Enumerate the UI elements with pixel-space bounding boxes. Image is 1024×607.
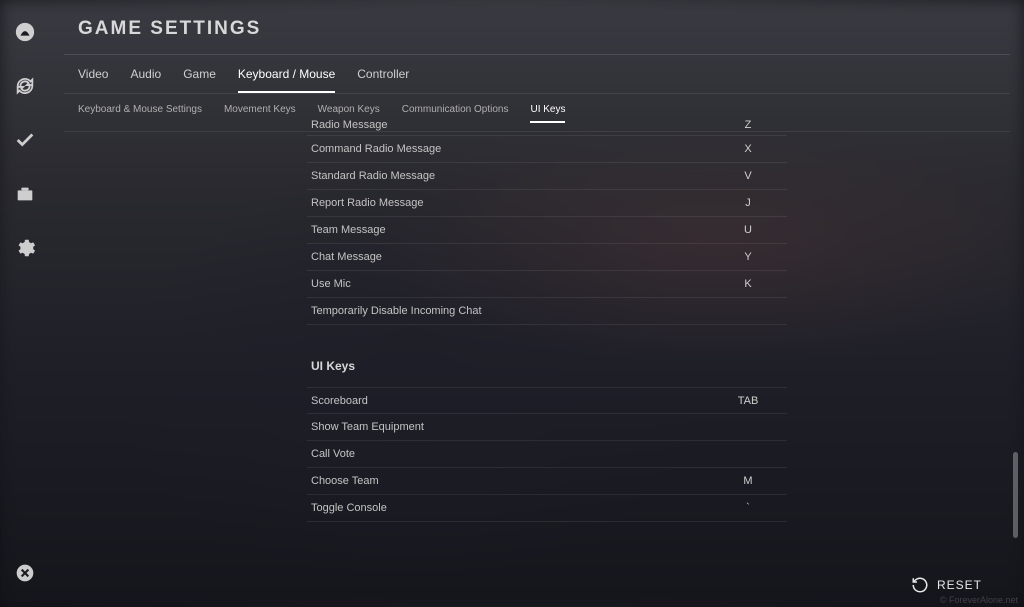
tab-video[interactable]: Video (78, 67, 108, 93)
keybind-row[interactable]: Show Team Equipment (307, 414, 787, 441)
keybind-row[interactable]: Call Vote (307, 441, 787, 468)
keybind-label: Chat Message (311, 251, 382, 263)
keybind-label: Use Mic (311, 278, 351, 290)
keybind-label: Team Message (311, 224, 386, 236)
left-sidebar (0, 0, 50, 607)
primary-tabs: Video Audio Game Keyboard / Mouse Controller (50, 55, 1024, 93)
keybind-value: J (713, 197, 783, 209)
keybind-row[interactable]: Standard Radio Message V (307, 163, 787, 190)
keybind-label: Temporarily Disable Incoming Chat (311, 305, 482, 317)
keybind-label: Call Vote (311, 448, 355, 460)
keybind-label: Report Radio Message (311, 197, 424, 209)
keybind-row[interactable]: Scoreboard TAB (307, 387, 787, 414)
reset-button[interactable]: RESET (911, 576, 982, 594)
keybind-value: TAB (713, 395, 783, 407)
keybind-row[interactable]: Report Radio Message J (307, 190, 787, 217)
keybind-label: Standard Radio Message (311, 170, 435, 182)
keybind-row[interactable]: Radio Message Z (307, 118, 787, 136)
keybind-row[interactable]: Chat Message Y (307, 244, 787, 271)
gear-icon[interactable] (11, 234, 39, 262)
close-icon[interactable] (11, 559, 39, 587)
keybind-value: K (713, 278, 783, 290)
keybind-value: Y (713, 251, 783, 263)
keybind-value: Z (713, 119, 783, 131)
home-icon[interactable] (11, 18, 39, 46)
tab-keyboard-mouse[interactable]: Keyboard / Mouse (238, 67, 335, 93)
keybind-value: X (713, 143, 783, 155)
keybind-label: Command Radio Message (311, 143, 441, 155)
keybind-label: Toggle Console (311, 502, 387, 514)
watermark: © ForeverAlone.net (940, 595, 1018, 605)
keybind-value: U (713, 224, 783, 236)
keybind-value: M (713, 475, 783, 487)
inventory-icon[interactable] (11, 180, 39, 208)
tab-audio[interactable]: Audio (130, 67, 161, 93)
keybind-row[interactable]: Command Radio Message X (307, 136, 787, 163)
keybind-row[interactable]: Team Message U (307, 217, 787, 244)
keybind-row[interactable]: Use Mic K (307, 271, 787, 298)
keybind-value: V (713, 170, 783, 182)
tab-game[interactable]: Game (183, 67, 216, 93)
tab-controller[interactable]: Controller (357, 67, 409, 93)
keybind-value: ` (713, 502, 783, 514)
refresh-icon[interactable] (11, 72, 39, 100)
keybind-label: Choose Team (311, 475, 379, 487)
check-icon[interactable] (11, 126, 39, 154)
keybind-row[interactable]: Toggle Console ` (307, 495, 787, 522)
page-title: GAME SETTINGS (50, 0, 1024, 54)
settings-list: Radio Message Z Command Radio Message X Stan… (307, 118, 787, 522)
keybind-row[interactable]: Temporarily Disable Incoming Chat (307, 298, 787, 325)
keybind-row[interactable]: Choose Team M (307, 468, 787, 495)
reset-label: RESET (937, 578, 982, 592)
keybind-label: Show Team Equipment (311, 421, 424, 433)
scrollbar-thumb[interactable] (1013, 452, 1018, 538)
section-header-ui-keys: UI Keys (307, 325, 787, 387)
keybind-label: Radio Message (311, 119, 387, 131)
keybind-label: Scoreboard (311, 395, 368, 407)
